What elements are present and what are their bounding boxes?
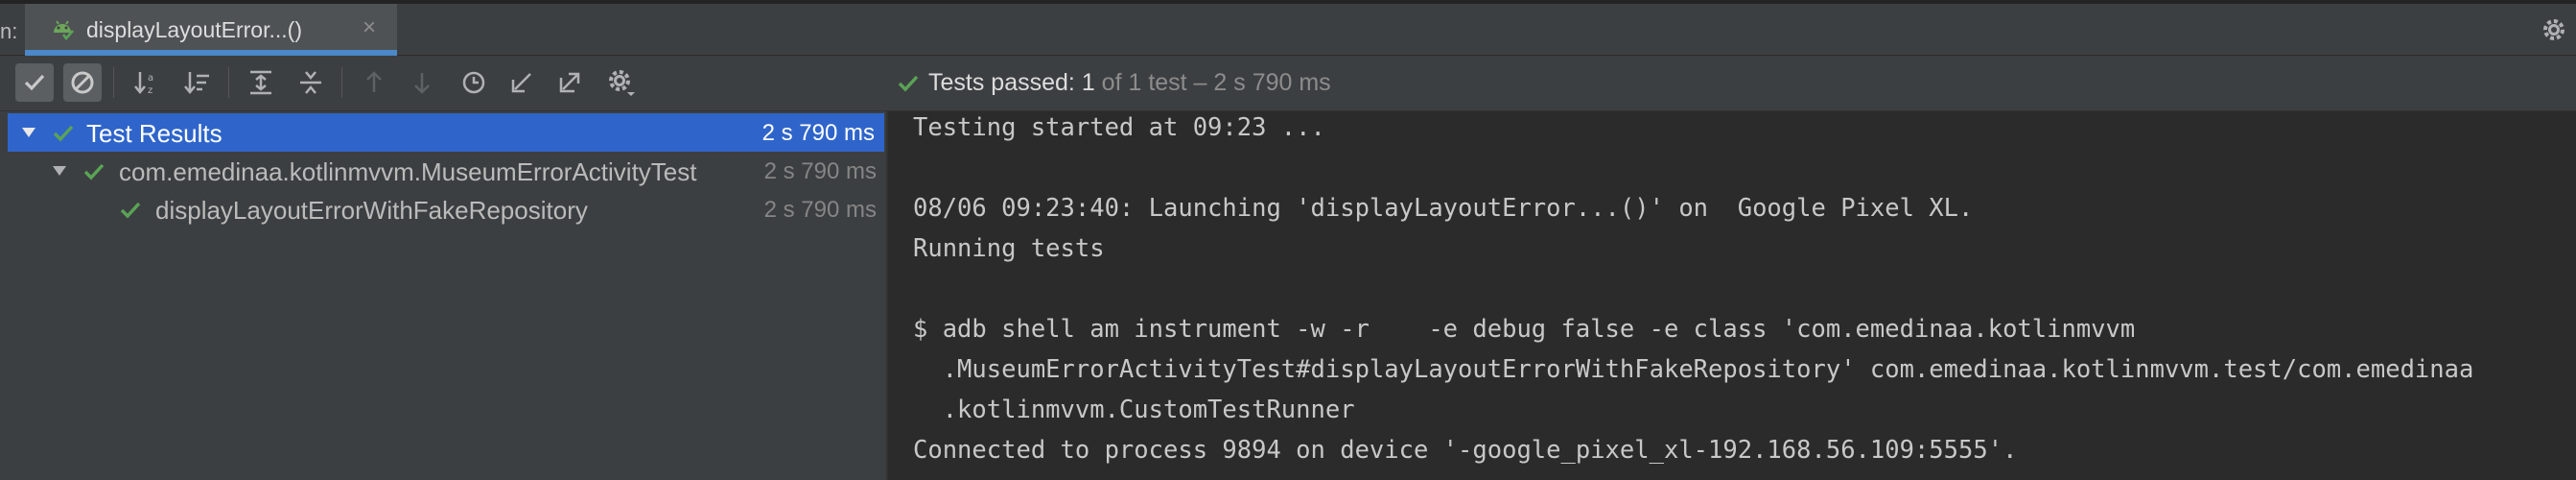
tree-row-test-class[interactable]: com.emedinaa.kotlinmvvm.MuseumErrorActiv… [0, 152, 886, 190]
gear-icon[interactable] [2540, 15, 2568, 44]
runner-settings-button[interactable] [602, 63, 641, 102]
console-line: .kotlinmvvm.CustomTestRunner [913, 396, 1355, 424]
passed-check-icon [53, 125, 74, 142]
expand-all-button[interactable] [242, 63, 280, 102]
tree-row-time: 2 s 790 ms [763, 197, 877, 223]
tree-row-label: com.emedinaa.kotlinmvvm.MuseumErrorActiv… [119, 157, 697, 186]
tree-row-test-results[interactable]: Test Results 2 s 790 ms [8, 113, 884, 152]
tree-row-label: Test Results [86, 119, 222, 148]
export-tests-icon [559, 72, 580, 93]
console-line: .MuseumErrorActivityTest#displayLayoutEr… [913, 355, 2474, 384]
passed-check-icon [898, 75, 919, 92]
tree-row-time: 2 s 790 ms [761, 120, 875, 146]
console-line: Testing started at 09:23 ... [913, 113, 1325, 142]
passed-check-icon [120, 202, 141, 219]
svg-text:a: a [148, 73, 153, 84]
expand-arrow-icon[interactable] [50, 161, 69, 180]
run-config-tab[interactable]: displayLayoutError...() × [25, 4, 397, 56]
sort-by-duration-button[interactable] [178, 63, 217, 102]
test-history-button[interactable] [455, 63, 493, 102]
expand-arrow-icon[interactable] [19, 123, 38, 142]
collapse-all-button[interactable] [292, 63, 330, 102]
run-tab-bar: n: displayLayoutError...() × [0, 0, 2576, 56]
toolbar-separator [341, 67, 342, 98]
previous-failed-icon [366, 71, 382, 92]
next-failed-icon [414, 73, 430, 94]
show-passed-icon [24, 74, 45, 91]
svg-text:z: z [148, 85, 152, 96]
tree-row-label: displayLayoutErrorWithFakeRepository [155, 196, 588, 225]
tree-row-test-method[interactable]: displayLayoutErrorWithFakeRepository 2 s… [0, 190, 886, 228]
status-count: 1 [1081, 69, 1095, 96]
show-ignored-button[interactable] [63, 63, 102, 102]
toolbar-separator [113, 67, 114, 98]
console-output[interactable]: Testing started at 09:23 ... 08/06 09:23… [888, 111, 2576, 480]
sort-alphabetically-button[interactable]: a z [129, 63, 167, 102]
show-ignored-icon [71, 71, 94, 94]
toolbar-separator [228, 67, 229, 98]
console-line: Connected to process 9894 on device '-go… [913, 436, 2018, 465]
sort-by-duration-icon [184, 72, 209, 94]
collapse-all-icon [300, 71, 321, 94]
run-window-label: n: [0, 19, 18, 43]
export-tests-button[interactable] [550, 63, 589, 102]
import-tests-button[interactable] [503, 63, 541, 102]
console-line: $ adb shell am instrument -w -r -e debug… [913, 315, 2136, 344]
tab-title: displayLayoutError...() [86, 17, 302, 42]
test-runner-toolbar: a z [0, 56, 886, 111]
show-passed-button[interactable] [15, 63, 54, 102]
console-line: 08/06 09:23:40: Launching 'displayLayout… [913, 194, 1974, 223]
test-results-tree: Test Results 2 s 790 ms com.emedinaa.kot… [0, 111, 886, 480]
settings-icon [609, 70, 635, 96]
android-test-icon [54, 20, 74, 40]
tree-row-time: 2 s 790 ms [763, 158, 877, 184]
sort-alphabetically-icon: a z [134, 72, 153, 96]
import-tests-icon [511, 73, 531, 93]
status-label: Tests passed: [928, 69, 1075, 96]
expand-all-icon [250, 70, 271, 95]
status-detail: of 1 test – 2 s 790 ms [1101, 69, 1331, 96]
close-tab-icon[interactable]: × [363, 14, 376, 41]
tests-status: Tests passed: 1 of 1 test – 2 s 790 ms [928, 69, 1331, 97]
test-history-icon [462, 71, 485, 94]
test-status-bar: Tests passed: 1 of 1 test – 2 s 790 ms [886, 56, 2576, 111]
console-line: Running tests [913, 234, 1105, 263]
passed-check-icon [83, 163, 105, 180]
previous-failed-button[interactable] [355, 63, 393, 102]
next-failed-button[interactable] [403, 63, 441, 102]
